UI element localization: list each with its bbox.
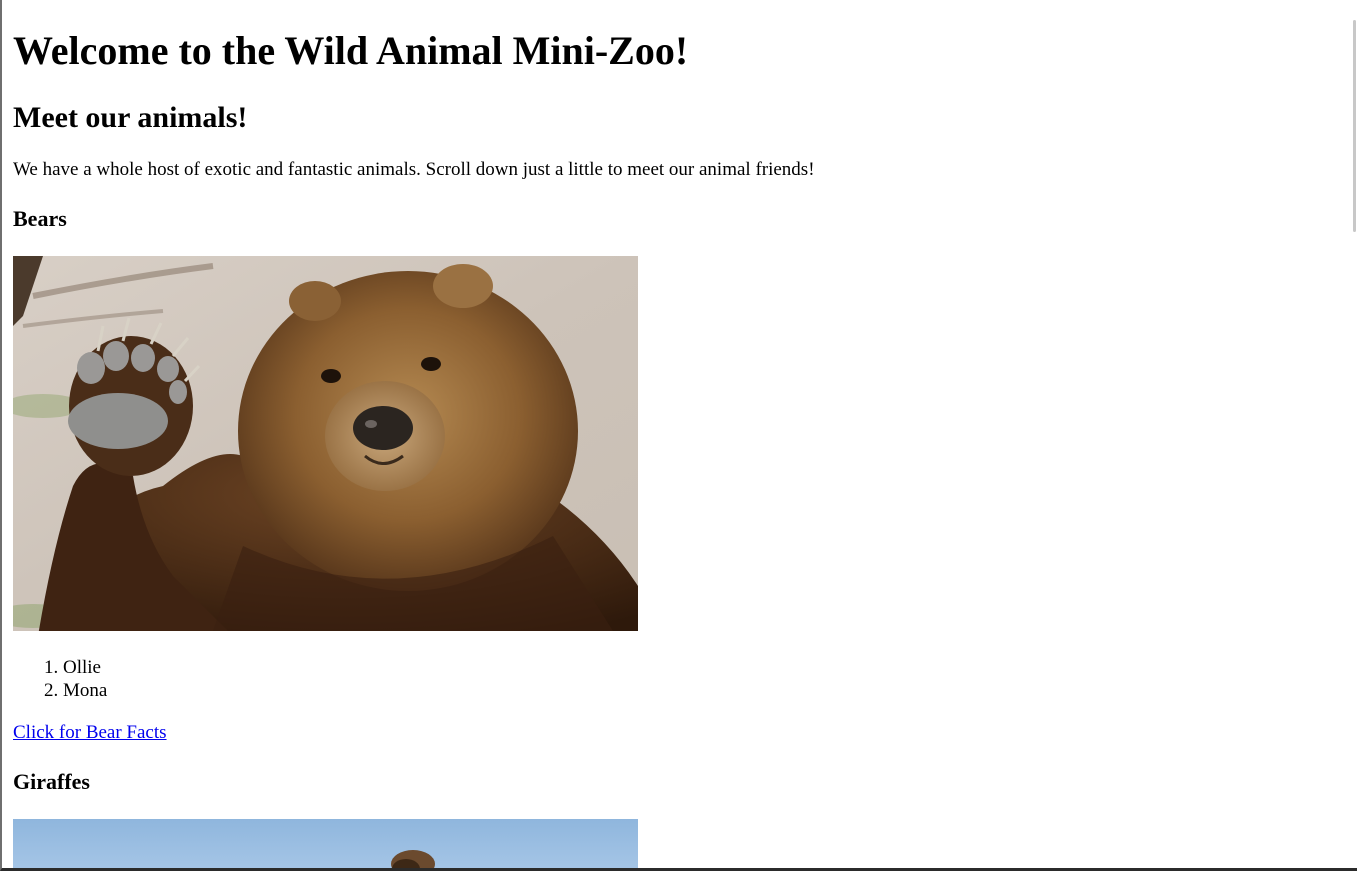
list-item: Ollie: [63, 656, 107, 679]
scrollbar-thumb[interactable]: [1353, 20, 1356, 232]
bear-facts-link[interactable]: Click for Bear Facts: [13, 721, 167, 745]
bear-names-list: Ollie Mona: [13, 656, 107, 702]
giraffes-heading: Giraffes: [13, 769, 90, 794]
vertical-scrollbar[interactable]: [1351, 0, 1357, 868]
page-title: Welcome to the Wild Animal Mini-Zoo!: [13, 28, 689, 73]
page-subtitle: Meet our animals!: [13, 101, 248, 134]
giraffe-photo: [13, 819, 638, 868]
intro-paragraph: We have a whole host of exotic and fanta…: [13, 159, 815, 180]
bears-heading: Bears: [13, 206, 67, 231]
browser-viewport: Welcome to the Wild Animal Mini-Zoo! Mee…: [0, 0, 1357, 871]
bear-photo: [13, 256, 638, 631]
list-item: Mona: [63, 679, 107, 702]
